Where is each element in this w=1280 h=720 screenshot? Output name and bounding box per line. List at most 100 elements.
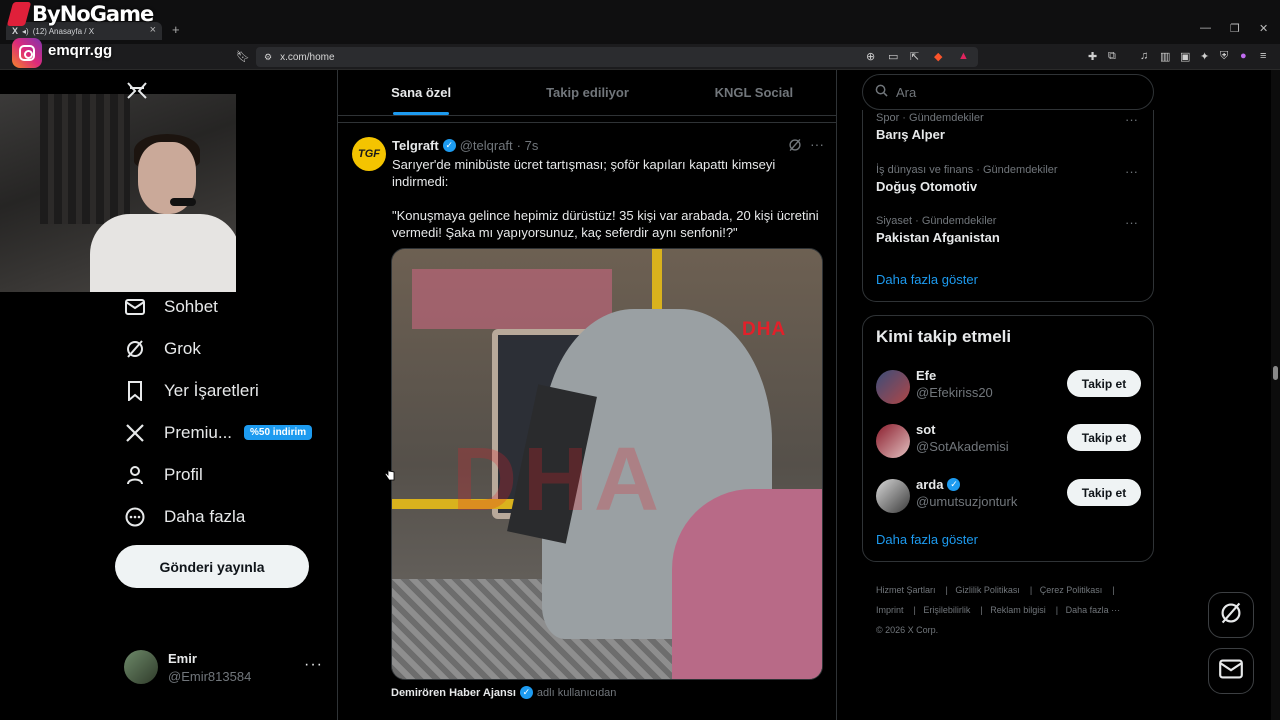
extensions-icon[interactable]: ✚ bbox=[1088, 50, 1097, 63]
search-icon bbox=[875, 84, 888, 100]
trend-item[interactable]: İş dünyası ve finans · Gündemdekiler Doğ… bbox=[876, 164, 1146, 194]
trend-more-icon[interactable]: ··· bbox=[1125, 112, 1138, 127]
trend-category: İş dünyası ve finans · Gündemdekiler bbox=[876, 164, 1058, 176]
trend-item[interactable]: Spor · Gündemdekiler Barış Alper ··· bbox=[876, 112, 1146, 142]
footer-link[interactable]: Imprint bbox=[876, 605, 904, 615]
media-source: Demirören Haber Ajansı ✓ adlı kullanıcıd… bbox=[391, 686, 616, 699]
sidebar-item-premium[interactable]: Premiu... bbox=[124, 418, 232, 448]
tab-for-you[interactable]: Sana özel bbox=[338, 70, 504, 115]
trend-more-icon[interactable]: ··· bbox=[1125, 164, 1138, 179]
mouse-cursor-icon bbox=[384, 463, 395, 481]
account-switcher[interactable]: Emir @Emir813584 ··· bbox=[124, 648, 324, 688]
sidebar-item-label: Sohbet bbox=[164, 297, 218, 316]
follow-suggestion[interactable]: arda ✓ @umutsuzjonturk Takip et bbox=[876, 475, 1142, 515]
suggestion-name: sot bbox=[916, 422, 936, 437]
profile-icon[interactable]: ● bbox=[1240, 50, 1247, 62]
site-settings-icon[interactable]: ⚙︎ bbox=[264, 52, 272, 63]
tweet-more-icon[interactable]: ··· bbox=[810, 136, 824, 152]
trend-item[interactable]: Siyaset · Gündemdekiler Pakistan Afganis… bbox=[876, 215, 1146, 245]
sidebar-item-label: Daha fazla bbox=[164, 507, 246, 526]
media-source-suffix: adlı kullanıcıdan bbox=[536, 686, 617, 699]
suggestion-handle: @umutsuzjonturk bbox=[916, 494, 1018, 509]
footer-link[interactable]: Erişilebilirlik bbox=[923, 605, 970, 615]
divider bbox=[338, 122, 837, 123]
grok-icon bbox=[1219, 601, 1243, 630]
trend-more-icon[interactable]: ··· bbox=[1125, 215, 1138, 230]
x-logo-icon[interactable] bbox=[126, 80, 148, 100]
verified-badge-icon: ✓ bbox=[519, 686, 533, 699]
follow-suggestion[interactable]: Efe @Efekiriss20 Takip et bbox=[876, 366, 1142, 406]
sidebar-item-chat[interactable]: Sohbet bbox=[124, 292, 218, 322]
zoom-icon[interactable]: ⊕ bbox=[866, 50, 875, 63]
suggestion-name-row: arda ✓ bbox=[916, 477, 961, 492]
browser-tab-title: (12) Anasayfa / X bbox=[32, 26, 95, 36]
restore-icon[interactable]: ❐ bbox=[1230, 22, 1240, 35]
sidebar-item-profile[interactable]: Profil bbox=[124, 460, 203, 490]
footer-link[interactable]: Çerez Politikası bbox=[1040, 585, 1103, 595]
footer-link[interactable]: Hizmet Şartları bbox=[876, 585, 936, 595]
follow-suggestion[interactable]: sot @SotAkademisi Takip et bbox=[876, 420, 1142, 460]
avatar[interactable] bbox=[876, 479, 910, 513]
bookmark-page-icon[interactable]: 🔖︎ bbox=[236, 50, 250, 63]
tweet-author-handle[interactable]: @telqraft bbox=[460, 138, 513, 153]
who-show-more[interactable]: Daha fazla göster bbox=[876, 532, 978, 547]
brave-shield-icon[interactable]: ◆ bbox=[934, 50, 942, 63]
sidebar-item-bookmarks[interactable]: Yer İşaretleri bbox=[124, 376, 259, 406]
brave-rewards-icon[interactable]: ▲ bbox=[958, 50, 969, 62]
media-source-name[interactable]: Demirören Haber Ajansı bbox=[391, 687, 516, 699]
dha-logo: DHA bbox=[742, 319, 787, 340]
grok-fab[interactable] bbox=[1208, 592, 1254, 638]
account-more-icon[interactable]: ··· bbox=[304, 656, 323, 674]
premium-discount-badge[interactable]: %50 indirim bbox=[244, 425, 313, 440]
follow-button[interactable]: Takip et bbox=[1067, 424, 1141, 451]
search-input[interactable] bbox=[896, 84, 1136, 100]
follow-button[interactable]: Takip et bbox=[1067, 370, 1141, 397]
page-scrollbar[interactable] bbox=[1271, 70, 1280, 720]
avatar[interactable] bbox=[876, 370, 910, 404]
media-icon[interactable]: ♫ bbox=[1140, 50, 1148, 62]
scrollbar-thumb[interactable] bbox=[1273, 366, 1278, 380]
tweet-time[interactable]: · 7s bbox=[517, 138, 539, 153]
brand-logo: ByNoGame bbox=[6, 2, 154, 26]
sidebar-item-grok[interactable]: Grok bbox=[124, 334, 201, 364]
who-to-follow-panel: Kimi takip etmeli Efe @Efekiriss20 Takip… bbox=[862, 315, 1154, 562]
tweet-video[interactable]: DHA DHA bbox=[391, 248, 823, 680]
footer-links: Hizmet Şartları | Gizlilik Politikası | Çe… bbox=[876, 585, 1121, 635]
tab-following[interactable]: Takip ediliyor bbox=[504, 70, 670, 115]
minimize-icon[interactable]: — bbox=[1200, 22, 1211, 34]
cast-icon[interactable]: ▭ bbox=[888, 50, 898, 63]
grok-icon bbox=[124, 338, 146, 360]
follow-button[interactable]: Takip et bbox=[1067, 479, 1141, 506]
footer-link[interactable]: Gizlilik Politikası bbox=[955, 585, 1020, 595]
leo-icon[interactable]: ✦ bbox=[1200, 50, 1209, 63]
account-name: Emir bbox=[168, 651, 197, 666]
screenshot-icon[interactable]: ⧉ bbox=[1108, 50, 1116, 63]
menu-icon[interactable]: ≡ bbox=[1260, 50, 1266, 62]
tweet-author-name[interactable]: Telgraft bbox=[392, 138, 439, 153]
tab-kngl-social[interactable]: KNGL Social bbox=[671, 70, 837, 115]
x-favicon-icon: X bbox=[12, 26, 19, 36]
post-button[interactable]: Gönderi yayınla bbox=[115, 545, 309, 588]
grok-explain-icon[interactable] bbox=[788, 138, 802, 155]
sidebar-item-more[interactable]: Daha fazla bbox=[124, 502, 245, 532]
trends-show-more[interactable]: Daha fazla göster bbox=[876, 272, 978, 287]
sidebar-toggle-icon[interactable]: ▥ bbox=[1160, 50, 1170, 63]
tweet-header: Telgraft ✓ @telqraft · 7s bbox=[392, 138, 538, 153]
browser-tab-bar: X ◂) (12) Anasayfa / X × + — ❐ ✕ bbox=[0, 0, 1280, 44]
bookmark-icon bbox=[124, 380, 146, 402]
new-tab-icon[interactable]: + bbox=[172, 22, 180, 37]
share-icon[interactable]: ⇱ bbox=[910, 50, 919, 63]
vpn-icon[interactable]: ⛨ bbox=[1220, 50, 1228, 63]
search-box[interactable] bbox=[862, 74, 1154, 110]
person-icon bbox=[124, 464, 146, 486]
footer-link[interactable]: Reklam bilgisi bbox=[990, 605, 1046, 615]
tweet-avatar[interactable]: TGF bbox=[352, 137, 386, 171]
wallet-icon[interactable]: ▣ bbox=[1180, 50, 1190, 63]
messages-fab[interactable] bbox=[1208, 648, 1254, 694]
speaker-icon[interactable]: ◂) bbox=[22, 27, 29, 36]
suggestion-name: Efe bbox=[916, 368, 937, 383]
avatar[interactable] bbox=[876, 424, 910, 458]
streamer-handle: emqrr.gg bbox=[48, 42, 113, 59]
close-window-icon[interactable]: ✕ bbox=[1259, 22, 1268, 35]
footer-link[interactable]: Daha fazla ··· bbox=[1066, 605, 1121, 615]
